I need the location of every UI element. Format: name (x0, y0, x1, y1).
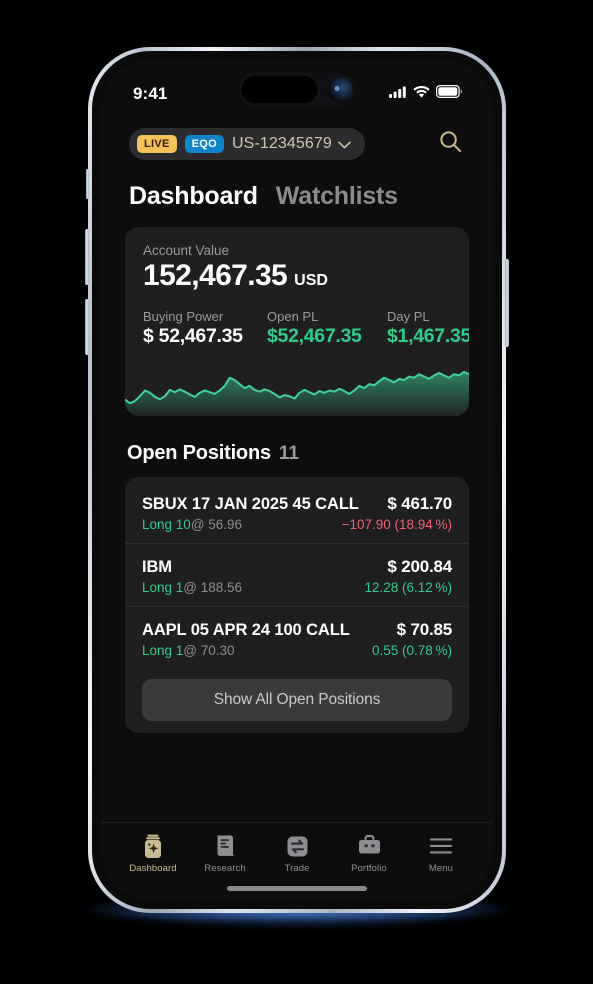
position-pl: 0.55 (0.78 %) (372, 643, 452, 658)
status-badge-live: LIVE (137, 135, 177, 153)
chevron-down-icon (338, 137, 351, 152)
open-positions-title: Open Positions (127, 442, 271, 464)
metric-value: $52,467.35 (267, 325, 362, 347)
open-positions-header: Open Positions 11 (101, 416, 493, 465)
tab-watchlists[interactable]: Watchlists (276, 182, 398, 211)
screenshot-stage: 9:41 LIVE EQO US-12345679 Dashboard Watc… (0, 0, 593, 984)
account-value-amount: 152,467.35 (143, 259, 288, 292)
open-positions-card: SBUX 17 JAN 2025 45 CALL $ 461.70 Long 1… (125, 477, 469, 733)
metric-label: Open PL (267, 309, 319, 324)
table-row[interactable]: AAPL 05 APR 24 100 CALL $ 70.85 Long 1@ … (125, 607, 469, 669)
battery-icon (436, 85, 463, 103)
position-top-line: IBM $ 200.84 (142, 557, 452, 577)
phone-screen: 9:41 LIVE EQO US-12345679 Dashboard Watc… (101, 60, 493, 900)
position-quantity: Long 10 (142, 517, 191, 532)
account-value-row: 152,467.35 USD (143, 259, 451, 293)
status-badge-type: EQO (184, 135, 225, 153)
power-button[interactable] (505, 259, 509, 347)
table-row[interactable]: SBUX 17 JAN 2025 45 CALL $ 461.70 Long 1… (125, 481, 469, 544)
show-all-open-positions-button[interactable]: Show All Open Positions (142, 679, 452, 721)
briefcase-icon (357, 833, 382, 859)
home-indicator[interactable] (227, 886, 367, 891)
account-metrics: Buying Power $ 52,467.35 Open PL $52,467… (125, 309, 469, 348)
search-icon (439, 130, 462, 158)
swap-arrows-icon (286, 833, 309, 859)
tabbar-label: Menu (428, 863, 454, 874)
tabbar-item-dashboard[interactable]: Dashboard (121, 833, 185, 874)
jar-sparkle-icon (141, 833, 165, 859)
volume-down-button[interactable] (85, 299, 89, 355)
section-tabs: Dashboard Watchlists (101, 160, 493, 211)
position-bottom-line: Long 10@ 56.96 −107.90 (18.94 %) (142, 517, 452, 532)
search-button[interactable] (435, 129, 465, 159)
metric-label: Buying Power (143, 309, 224, 324)
metric-open-pl: Open PL $52,467.35 (267, 309, 387, 348)
table-row[interactable]: IBM $ 200.84 Long 1@ 188.56 12.28 (6.12 … (125, 544, 469, 607)
front-camera-icon (327, 77, 353, 102)
position-symbol: SBUX 17 JAN 2025 45 CALL (142, 495, 359, 513)
tabbar-label: Dashboard (129, 863, 177, 874)
wifi-icon (413, 85, 430, 103)
app-content: LIVE EQO US-12345679 Dashboard Watchlist… (101, 112, 493, 900)
position-avg-price: @ 188.56 (183, 580, 243, 595)
position-market-value: $ 461.70 (387, 494, 452, 513)
position-pl: 12.28 (6.12 %) (364, 580, 452, 595)
account-value-label: Account Value (143, 243, 230, 258)
status-indicators (389, 85, 463, 103)
metric-buying-power: Buying Power $ 52,467.35 (143, 309, 267, 348)
position-top-line: SBUX 17 JAN 2025 45 CALL $ 461.70 (142, 494, 452, 514)
position-pl: −107.90 (18.94 %) (341, 517, 452, 532)
position-symbol: IBM (142, 558, 172, 576)
status-clock: 9:41 (133, 84, 168, 103)
tabbar-item-menu[interactable]: Menu (409, 833, 473, 874)
tabbar-item-trade[interactable]: Trade (265, 833, 329, 874)
position-bottom-line: Long 1@ 188.56 12.28 (6.12 %) (142, 580, 452, 595)
position-avg-price: @ 56.96 (190, 517, 243, 532)
account-value-sparkline (125, 370, 469, 416)
app-top-bar: LIVE EQO US-12345679 (101, 112, 493, 160)
account-value-card[interactable]: Account Value 152,467.35 USD Buying Powe… (125, 227, 469, 416)
island-pill (241, 76, 318, 103)
position-market-value: $ 200.84 (387, 557, 452, 576)
position-quantity-group: Long 1@ 188.56 (142, 580, 242, 595)
phone-bezel: 9:41 LIVE EQO US-12345679 Dashboard Watc… (92, 51, 502, 909)
tabbar-label: Trade (284, 863, 310, 874)
metric-day-pl: Day PL $1,467.35 (387, 309, 469, 348)
silent-switch[interactable] (86, 169, 89, 199)
position-quantity: Long 1 (142, 580, 184, 595)
tabbar-item-portfolio[interactable]: Portfolio (337, 833, 401, 874)
position-market-value: $ 70.85 (396, 620, 453, 639)
phone-frame: 9:41 LIVE EQO US-12345679 Dashboard Watc… (85, 47, 509, 913)
tab-dashboard[interactable]: Dashboard (129, 182, 258, 211)
account-value-header: Account Value 152,467.35 USD (125, 227, 469, 293)
position-avg-price: @ 70.30 (183, 643, 235, 658)
position-quantity: Long 1 (142, 643, 184, 658)
account-number: US-12345679 (232, 135, 332, 152)
position-quantity-group: Long 1@ 70.30 (142, 643, 235, 658)
hamburger-icon (429, 833, 453, 859)
account-value-currency: USD (294, 272, 328, 289)
dynamic-island (238, 73, 356, 106)
position-symbol: AAPL 05 APR 24 100 CALL (142, 621, 350, 639)
position-quantity-group: Long 10@ 56.96 (142, 517, 242, 532)
tabbar-label: Research (204, 863, 246, 874)
tabbar-label: Portfolio (351, 863, 387, 874)
volume-up-button[interactable] (85, 229, 89, 285)
position-bottom-line: Long 1@ 70.30 0.55 (0.78 %) (142, 643, 452, 658)
open-positions-count: 11 (278, 443, 299, 464)
metric-label: Day PL (387, 309, 430, 324)
signal-bars-icon (389, 85, 407, 103)
tabbar-item-research[interactable]: Research (193, 833, 257, 874)
account-selector[interactable]: LIVE EQO US-12345679 (129, 128, 365, 160)
book-icon (214, 833, 237, 859)
metric-value: $ 52,467.35 (143, 325, 243, 347)
metric-value: $1,467.35 (387, 325, 469, 347)
position-top-line: AAPL 05 APR 24 100 CALL $ 70.85 (142, 620, 452, 640)
